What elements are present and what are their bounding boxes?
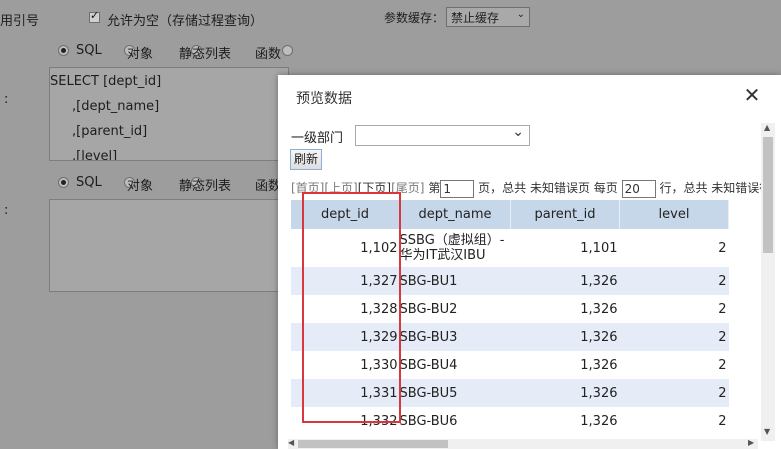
rows-per-page-input[interactable]: 20 [621,179,656,198]
sql-line: ,[parent_id] [72,124,148,139]
dept-name-line: SBG-BU4 [399,357,458,373]
cell-dept-name: SBG-BU6 [399,407,511,435]
cell-level: 2 [619,267,729,295]
cell-dept-name: SBG-BU2 [399,295,511,323]
source-options-1: SQL 对象 静态列表 函数 [58,43,294,62]
chevron-down-icon: ⌄ [512,124,524,140]
column-header-dept-name[interactable]: dept_name [399,200,511,229]
radio-function-label: 函数 [255,47,282,62]
refresh-button[interactable]: 刷新 [290,149,323,170]
cell-dept-name: SBG-BU1 [399,267,511,295]
scroll-down-icon[interactable]: ▼ [764,427,770,436]
page-prefix: 第 [428,181,441,195]
cell-dept-name: SSBG（虚拟组）- 华为IT武汉IBU [399,229,511,267]
cell-level: 2 [619,295,729,323]
scroll-right-icon[interactable]: ▶ [748,438,754,447]
scroll-up-icon[interactable]: ▲ [764,123,770,132]
allow-empty-label: 允许为空（存储过程查询） [107,14,264,29]
radio-sql-label: SQL [76,43,102,58]
column-header-parent-id[interactable]: parent_id [510,200,620,229]
cell-level: 2 [619,229,729,267]
filter-label: 一级部门 [291,131,344,146]
sql-line: ,[dept_name] [72,99,160,114]
radio-sql[interactable] [58,177,69,188]
dept-name-line: 华为IT武汉IBU [399,248,486,263]
horizontal-scrollbar[interactable]: ◀ ▶ [288,438,758,449]
chevron-down-icon: ⌄ [516,9,525,20]
radio-object-label: 对象 [127,47,154,62]
cell-parent-id: 1,326 [510,379,620,407]
page-number-input[interactable]: 1 [440,179,475,198]
vertical-scrollbar[interactable]: ▲ ▼ [761,123,775,441]
field-colon: : [4,92,9,107]
field-colon: : [4,203,9,218]
dept-name-line: SBG-BU6 [399,413,458,429]
dept-name-line: SSBG（虚拟组）- [399,233,505,248]
radio-sql-label: SQL [76,175,102,190]
sql-line: ,[level] [72,149,118,161]
cell-dept-name: SBG-BU3 [399,323,511,351]
sql-editor[interactable]: SELECT [dept_id] ,[dept_name] ,[parent_i… [49,67,289,161]
rows-suffix: 行，总共 未知错误行 [659,181,772,195]
param-cache-label: 参数缓存： [384,11,445,25]
cell-parent-id: 1,326 [510,295,620,323]
radio-static-list-label: 静态列表 [179,179,232,194]
cell-level: 2 [619,379,729,407]
dept-name-line: SBG-BU5 [399,385,458,401]
sql-line: SELECT [dept_id] [50,74,162,89]
source-options-2: SQL 对象 静态列表 函数 [58,175,294,194]
radio-object-label: 对象 [127,179,154,194]
radio-function[interactable] [282,45,294,56]
cell-dept-name: SBG-BU5 [399,379,511,407]
param-cache-value: 禁止缓存 [451,11,500,25]
field-label: 用引号 [0,14,40,29]
cell-level: 2 [619,407,729,435]
scrollbar-thumb[interactable] [763,137,773,253]
cell-level: 2 [619,323,729,351]
dept-name-line: SBG-BU2 [399,301,458,317]
dept-name-line: SBG-BU3 [399,329,458,345]
cell-parent-id: 1,101 [510,229,620,267]
filter-select[interactable]: ⌄ [355,124,530,146]
cell-parent-id: 1,326 [510,407,620,435]
cell-parent-id: 1,326 [510,323,620,351]
cell-parent-id: 1,326 [510,351,620,379]
scrollbar-thumb[interactable] [298,440,448,448]
column-header-level[interactable]: level [619,200,729,229]
highlight-box [302,192,401,423]
param-cache-select[interactable]: 禁止缓存 ⌄ [446,7,530,27]
cell-dept-name: SBG-BU4 [399,351,511,379]
scroll-left-icon[interactable]: ◀ [288,438,294,447]
cell-parent-id: 1,326 [510,267,620,295]
dept-name-line: SBG-BU1 [399,273,458,289]
allow-empty-checkbox[interactable] [89,9,100,23]
close-icon[interactable]: ✕ [742,85,762,105]
radio-static-list-label: 静态列表 [179,47,232,62]
radio-sql[interactable] [58,45,69,56]
page-suffix: 页，总共 未知错误页 每页 [478,181,618,195]
dialog-title: 预览数据 [296,91,352,107]
sql-editor-2[interactable] [49,199,289,292]
cell-level: 2 [619,351,729,379]
